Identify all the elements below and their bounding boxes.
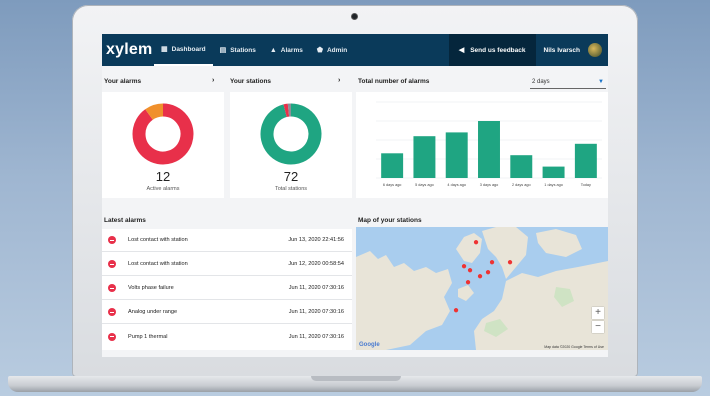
active-alarms-label: Active alarms bbox=[146, 186, 180, 192]
map-pin-icon[interactable]: ● bbox=[507, 257, 513, 268]
donut-segment bbox=[260, 103, 322, 165]
map-land-svg bbox=[356, 227, 608, 350]
dashboard-icon: ▦ bbox=[161, 46, 168, 53]
map-pin-icon[interactable]: ● bbox=[489, 257, 495, 268]
latest-alarms-title: Latest alarms bbox=[104, 217, 146, 224]
period-select[interactable]: 2 days ▼ bbox=[530, 77, 606, 89]
top-navbar: xylem ▦ Dashboard ▤ Stations ▲ Alarms ⬟ … bbox=[102, 34, 608, 66]
alarm-row[interactable]: Lost contact with station Jun 12, 2020 0… bbox=[102, 253, 352, 276]
alarm-row[interactable]: Analog under range Jun 11, 2020 07:30:16 bbox=[102, 301, 352, 324]
nav-admin-label: Admin bbox=[326, 46, 348, 54]
user-name[interactable]: Nils Ivarsch bbox=[536, 47, 589, 54]
your-alarms-chevron-icon[interactable]: › bbox=[212, 77, 214, 84]
donut-segment bbox=[132, 103, 194, 165]
total-alarms-chart-card: 6 days ago 5 days ago 4 days ago 3 days ago… bbox=[356, 92, 608, 198]
stations-icon: ▤ bbox=[219, 47, 227, 54]
active-alarms-count: 12 bbox=[155, 169, 171, 184]
bar[interactable] bbox=[510, 155, 533, 178]
camera bbox=[351, 13, 358, 20]
alarm-time: Jun 11, 2020 07:30:16 bbox=[288, 309, 344, 315]
your-alarms-card[interactable]: 12 Active alarms bbox=[102, 92, 224, 198]
alarm-row[interactable]: Pump 1 thermal Jun 11, 2020 07:30:16 bbox=[102, 325, 352, 348]
nav-stations[interactable]: ▤ Stations bbox=[213, 34, 263, 66]
app-screen: xylem ▦ Dashboard ▤ Stations ▲ Alarms ⬟ … bbox=[102, 34, 608, 357]
map-pin-icon[interactable]: ● bbox=[467, 265, 473, 276]
map-pin-icon[interactable]: ● bbox=[485, 267, 491, 278]
your-stations-chevron-icon[interactable]: › bbox=[338, 77, 340, 84]
stations-donut-chart bbox=[260, 103, 322, 165]
alarm-text: Pump 1 thermal bbox=[128, 333, 168, 340]
total-stations-label: Total stations bbox=[274, 186, 308, 192]
nav-alarms[interactable]: ▲ Alarms bbox=[263, 34, 310, 66]
zoom-out-button[interactable]: − bbox=[592, 321, 604, 333]
bar[interactable] bbox=[478, 121, 500, 178]
x-tick-label: 6 days ago bbox=[383, 183, 402, 187]
alarm-icon bbox=[108, 308, 116, 316]
alarm-icon bbox=[108, 284, 116, 292]
caret-down-icon: ▼ bbox=[598, 79, 604, 85]
nav-dashboard[interactable]: ▦ Dashboard bbox=[154, 34, 213, 66]
total-stations-count: 72 bbox=[283, 169, 299, 184]
your-stations-title: Your stations bbox=[230, 78, 272, 85]
bell-icon: ▲ bbox=[269, 46, 277, 54]
period-select-value: 2 days bbox=[532, 79, 550, 85]
laptop-base bbox=[8, 376, 702, 392]
laptop-notch bbox=[311, 376, 401, 381]
latest-alarms-list: Lost contact with station Jun 13, 2020 2… bbox=[102, 229, 352, 350]
admin-icon: ⬟ bbox=[316, 47, 323, 54]
alarm-icon bbox=[108, 236, 116, 244]
x-tick-label: 5 days ago bbox=[415, 183, 434, 187]
map-pin-icon[interactable]: ● bbox=[465, 277, 471, 288]
your-stations-card[interactable]: 72 Total stations bbox=[230, 92, 352, 198]
alarm-text: Analog under range bbox=[128, 309, 178, 315]
map-pin-icon[interactable]: ● bbox=[477, 271, 483, 282]
alarm-icon bbox=[108, 332, 116, 341]
feedback-label: Send us feedback bbox=[470, 46, 526, 54]
laptop-lid: xylem ▦ Dashboard ▤ Stations ▲ Alarms ⬟ … bbox=[72, 5, 638, 377]
alarm-row[interactable]: Volts phase failure Jun 11, 2020 07:30:1… bbox=[102, 277, 352, 300]
alarm-text: Lost contact with station bbox=[128, 261, 188, 267]
map-pin-icon[interactable]: ● bbox=[453, 305, 459, 316]
bar[interactable] bbox=[542, 166, 565, 178]
bar[interactable] bbox=[574, 143, 597, 178]
google-logo: Google bbox=[359, 342, 380, 348]
alarm-time: Jun 13, 2020 22:41:56 bbox=[288, 237, 344, 243]
x-tick-label: 1 days ago bbox=[544, 183, 563, 187]
megaphone-icon: ◀ bbox=[458, 47, 465, 54]
map-terms[interactable]: Map data ©2020 Google Terms of Use bbox=[544, 345, 604, 349]
alarm-row[interactable]: Lost contact with station Jun 13, 2020 2… bbox=[102, 229, 352, 252]
feedback-button[interactable]: ◀ Send us feedback bbox=[448, 34, 536, 66]
nav-alarms-label: Alarms bbox=[280, 46, 303, 54]
avatar[interactable] bbox=[588, 43, 602, 57]
bar[interactable] bbox=[445, 132, 468, 178]
x-tick-label: Today bbox=[581, 183, 591, 187]
alarm-time: Jun 11, 2020 07:30:16 bbox=[288, 333, 344, 340]
x-tick-label: 3 days ago bbox=[480, 183, 499, 187]
your-alarms-title: Your alarms bbox=[104, 78, 142, 85]
stations-map[interactable]: ● ● ● ● ● ● ● ● ● + − Google Map data ©2… bbox=[356, 227, 608, 350]
donut-segment bbox=[145, 103, 164, 121]
alarm-time: Jun 12, 2020 00:58:54 bbox=[288, 261, 344, 267]
x-tick-label: 4 days ago bbox=[447, 183, 466, 187]
donut-segment bbox=[283, 103, 290, 118]
map-title: Map of your stations bbox=[358, 217, 422, 224]
nav-stations-label: Stations bbox=[230, 46, 256, 54]
bar[interactable] bbox=[413, 136, 436, 178]
alarms-donut-chart bbox=[132, 103, 194, 165]
nav-dashboard-label: Dashboard bbox=[171, 45, 206, 53]
alarm-time: Jun 11, 2020 07:30:16 bbox=[288, 285, 344, 291]
zoom-in-button[interactable]: + bbox=[592, 307, 604, 319]
map-pin-icon[interactable]: ● bbox=[473, 237, 479, 248]
xylem-logo[interactable]: xylem bbox=[102, 41, 154, 59]
nav-admin[interactable]: ⬟ Admin bbox=[310, 34, 354, 66]
total-alarms-title: Total number of alarms bbox=[358, 78, 430, 85]
alarm-icon bbox=[108, 260, 116, 268]
alarm-text: Lost contact with station bbox=[128, 237, 188, 243]
bar[interactable] bbox=[381, 153, 404, 178]
total-alarms-bar-chart: 6 days ago 5 days ago 4 days ago 3 days ago… bbox=[376, 101, 602, 187]
alarm-text: Volts phase failure bbox=[128, 285, 174, 291]
x-tick-label: 2 days ago bbox=[512, 183, 531, 187]
